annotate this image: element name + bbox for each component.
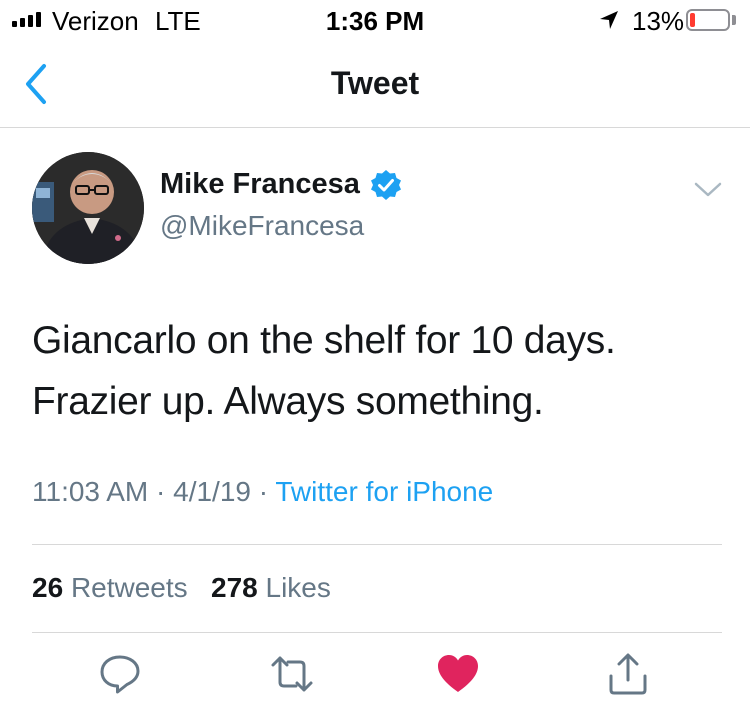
tweet-text-line: Frazier up. Always something.: [32, 380, 544, 423]
divider: [32, 544, 722, 545]
share-icon[interactable]: [606, 652, 650, 696]
status-bar: Verizon LTE 1:36 PM 13%: [0, 0, 750, 40]
author-name-row: Mike Francesa: [160, 168, 402, 201]
retweet-icon[interactable]: [270, 652, 314, 696]
verified-badge-icon: [370, 169, 401, 200]
location-arrow-icon: [600, 11, 618, 29]
author-name[interactable]: Mike Francesa: [160, 168, 360, 201]
avatar[interactable]: [32, 152, 144, 264]
retweets-label[interactable]: Retweets: [71, 572, 188, 603]
nav-bar: Tweet: [0, 40, 750, 128]
battery-icon: [686, 9, 730, 31]
author-handle[interactable]: @MikeFrancesa: [160, 210, 364, 242]
divider: [32, 632, 722, 633]
tweet-source-link[interactable]: Twitter for iPhone: [275, 476, 493, 507]
tweet-meta: 11:03 AM · 4/1/19 · Twitter for iPhone: [32, 476, 493, 508]
battery-level: [690, 13, 695, 27]
retweets-count[interactable]: 26: [32, 572, 63, 603]
tweet-text: Giancarlo on the shelf for 10 days. Fraz…: [32, 310, 722, 432]
tweet-text-line: Giancarlo on the shelf for 10 days.: [32, 319, 616, 362]
battery-tip: [732, 15, 736, 25]
battery-percent: 13%: [632, 6, 685, 36]
tweet-time: 11:03 AM: [32, 476, 149, 507]
chevron-down-icon[interactable]: [692, 180, 724, 200]
likes-count[interactable]: 278: [211, 572, 258, 603]
likes-label[interactable]: Likes: [266, 572, 331, 603]
meta-separator: ·: [156, 476, 166, 507]
tweet-date: 4/1/19: [173, 476, 251, 507]
tweet-stats: 26 Retweets 278 Likes: [32, 572, 331, 604]
avatar-image: [32, 152, 144, 264]
meta-separator: ·: [258, 476, 269, 507]
page-title: Tweet: [330, 65, 420, 101]
reply-icon[interactable]: [98, 652, 142, 696]
like-icon[interactable]: [436, 652, 480, 696]
action-bar: [0, 652, 750, 702]
